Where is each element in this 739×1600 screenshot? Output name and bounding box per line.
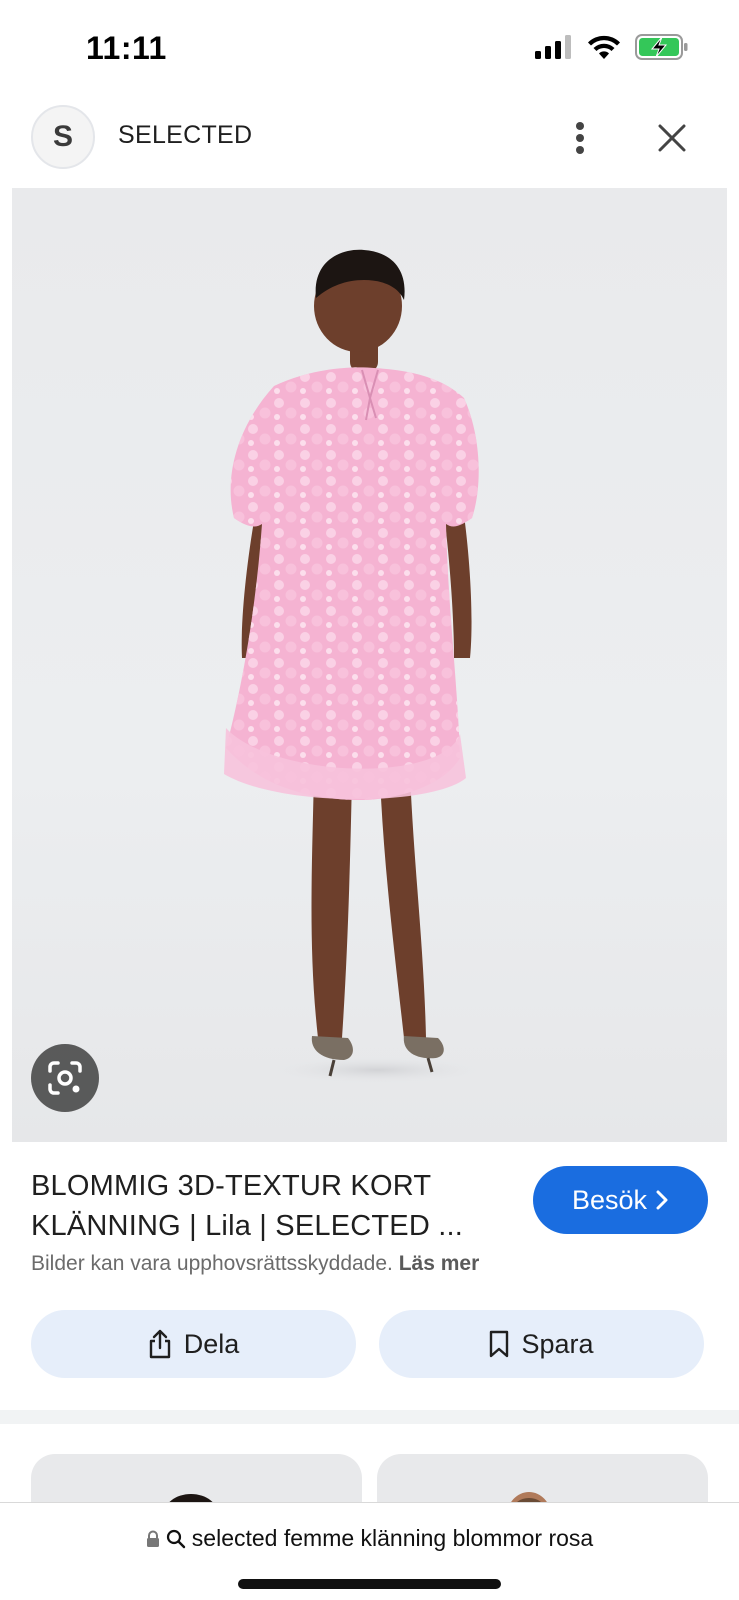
avatar-letter: S [52,120,73,153]
cellular-signal-icon [535,35,571,59]
close-icon [658,124,686,152]
result-title[interactable]: BLOMMIG 3D-TEXTUR KORT KLÄNNING | Lila |… [31,1166,501,1246]
learn-more-link[interactable]: Läs mer [399,1252,480,1275]
model-in-pink-dress-illustration [224,249,487,1084]
visit-button[interactable]: Besök [533,1166,708,1234]
result-title-line-2: KLÄNNING | Lila | SELECTED ... [31,1210,464,1242]
url-content[interactable]: selected femme klänning blommor rosa [0,1525,739,1552]
more-options-button[interactable] [560,114,600,162]
site-name[interactable]: SELECTED [118,121,252,150]
battery-charging-icon [635,34,688,60]
bookmark-icon [490,1330,509,1358]
site-header: S SELECTED [0,96,739,188]
site-avatar[interactable]: S [31,105,95,169]
share-button[interactable]: Dela [31,1310,356,1378]
close-button[interactable] [650,114,694,162]
visit-label: Besök [571,1184,648,1215]
url-query: selected femme klänning blommor rosa [191,1525,594,1551]
lock-icon [146,1530,159,1547]
product-image[interactable] [12,188,727,1142]
url-bar[interactable]: selected femme klänning blommor rosa [0,1502,739,1600]
share-icon [149,1329,170,1359]
share-label: Dela [183,1328,240,1359]
wifi-icon [588,35,620,59]
search-icon [166,1529,185,1548]
section-divider [0,1410,739,1424]
more-vert-icon [576,122,584,154]
lens-search-button[interactable] [31,1044,99,1112]
copyright-notice: Bilder kan vara upphovsrättsskyddade. Lä… [31,1252,479,1276]
status-icons [535,34,689,60]
status-bar: 11:11 [0,0,739,96]
chevron-right-icon [656,1190,668,1210]
lens-icon [48,1061,82,1095]
status-time: 11:11 [86,30,167,66]
save-button[interactable]: Spara [379,1310,704,1378]
copyright-text: Bilder kan vara upphovsrättsskyddade. [31,1252,393,1275]
home-indicator[interactable] [238,1579,501,1589]
result-title-line-1: BLOMMIG 3D-TEXTUR KORT [31,1170,432,1202]
save-label: Spara [521,1328,594,1359]
